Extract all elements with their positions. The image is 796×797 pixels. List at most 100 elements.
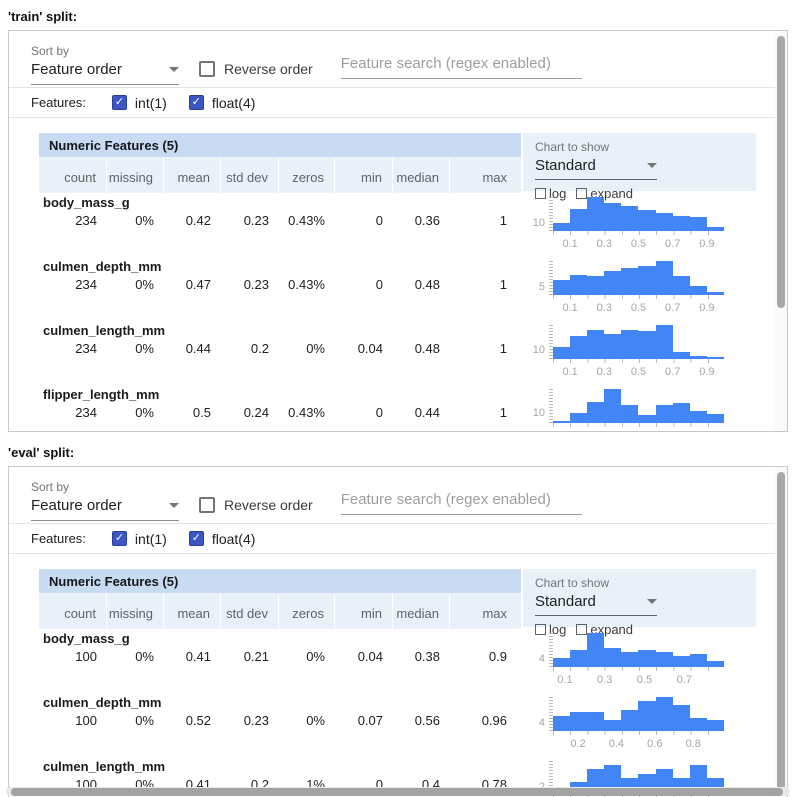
feature-row-culmen_depth_mm: culmen_depth_mm2340%0.470.230.43%00.481 bbox=[39, 257, 521, 321]
sort-by-select[interactable]: Feature order bbox=[31, 497, 179, 521]
histogram-bar bbox=[673, 403, 690, 423]
table-title: Numeric Features (5) bbox=[39, 133, 521, 158]
vertical-scrollbar[interactable] bbox=[777, 472, 785, 790]
float-filter-checkbox[interactable]: ✓ bbox=[189, 531, 204, 546]
feature-name: culmen_length_mm bbox=[39, 323, 521, 340]
y-axis-tick-label: 10 bbox=[523, 407, 545, 419]
stat-count: 234 bbox=[39, 276, 107, 292]
stat-min: 0 bbox=[335, 212, 393, 228]
histogram-bar bbox=[690, 411, 707, 423]
stat-min: 0.07 bbox=[335, 712, 393, 728]
sort-by-label: Sort by bbox=[31, 480, 179, 494]
stat-mean: 0.5 bbox=[164, 404, 221, 420]
histogram-flipper_length_mm: 10 bbox=[523, 387, 756, 432]
histogram-bar bbox=[656, 325, 673, 359]
feature-values-row: 1000%0.410.210%0.040.380.9 bbox=[39, 648, 521, 664]
x-axis-ruler bbox=[553, 359, 725, 363]
histogram-bars bbox=[553, 633, 724, 667]
stat-mean: 0.42 bbox=[164, 212, 221, 228]
column-header-median: median bbox=[393, 158, 450, 193]
chart-to-show-value: Standard bbox=[535, 593, 596, 610]
y-axis-tick-label: 10 bbox=[523, 217, 545, 229]
reverse-order-checkbox[interactable] bbox=[199, 61, 215, 77]
histogram-bar bbox=[553, 716, 570, 731]
histogram-bar bbox=[604, 203, 621, 231]
histogram-bar bbox=[587, 402, 604, 423]
y-axis-tick-label: 4 bbox=[523, 717, 545, 729]
float-filter-label: float(4) bbox=[212, 95, 256, 111]
histogram-bar bbox=[553, 658, 570, 667]
column-header-std-dev: std dev bbox=[221, 158, 279, 193]
feature-search-input[interactable] bbox=[341, 491, 582, 515]
int-filter-checkbox[interactable]: ✓ bbox=[112, 95, 127, 110]
stat-min: 0 bbox=[335, 276, 393, 292]
reverse-order-label: Reverse order bbox=[224, 61, 313, 77]
horizontal-scrollbar-track[interactable] bbox=[6, 787, 790, 796]
x-axis-tick-label: 0.7 bbox=[658, 302, 688, 314]
column-header-max: max bbox=[450, 594, 521, 629]
x-axis-ruler bbox=[553, 667, 725, 671]
column-header-min: min bbox=[335, 594, 393, 629]
histogram-culmen_depth_mm: 40.20.40.60.8 bbox=[523, 695, 756, 759]
histogram-bar bbox=[673, 656, 690, 667]
histogram-bars bbox=[553, 697, 724, 731]
x-axis-tick-label: 0.7 bbox=[669, 674, 699, 686]
chart-to-show-select[interactable]: Standard bbox=[535, 593, 657, 616]
float-filter-label: float(4) bbox=[212, 531, 256, 547]
x-axis-tick-label: 0.1 bbox=[555, 238, 585, 250]
stat-zeros: 0% bbox=[279, 712, 335, 728]
feature-name: culmen_depth_mm bbox=[39, 259, 521, 276]
x-axis-tick-label: 0.7 bbox=[658, 366, 688, 378]
horizontal-scrollbar[interactable] bbox=[11, 788, 783, 796]
stat-median: 0.48 bbox=[393, 340, 450, 356]
feature-values-row: 2340%0.470.230.43%00.481 bbox=[39, 276, 521, 292]
stat-min: 0.04 bbox=[335, 340, 393, 356]
chart-to-show-select[interactable]: Standard bbox=[535, 157, 657, 180]
feature-row-flipper_length_mm: flipper_length_mm2340%0.50.240.43%00.441 bbox=[39, 385, 521, 432]
int-filter-checkbox[interactable]: ✓ bbox=[112, 531, 127, 546]
histogram-bar bbox=[587, 197, 604, 231]
table-title: Numeric Features (5) bbox=[39, 569, 521, 594]
stat-missing: 0% bbox=[107, 404, 164, 420]
histogram-bar bbox=[638, 266, 655, 295]
numeric-features-table: Numeric Features (5) countmissingmeanstd… bbox=[39, 569, 521, 797]
stat-missing: 0% bbox=[107, 340, 164, 356]
histogram-bar bbox=[673, 276, 690, 295]
histogram-bar bbox=[604, 334, 621, 359]
histogram-bar bbox=[621, 268, 638, 295]
float-filter-checkbox[interactable]: ✓ bbox=[189, 95, 204, 110]
histogram-bar bbox=[604, 648, 621, 667]
train-split-label: 'train' split: bbox=[0, 0, 796, 23]
eval-stats-panel: Sort by Feature order Reverse order Feat… bbox=[8, 466, 788, 797]
histogram-bar bbox=[638, 331, 655, 359]
stat-std-dev: 0.2 bbox=[221, 340, 279, 356]
histogram-bar bbox=[638, 210, 655, 231]
histogram-bar bbox=[587, 330, 604, 359]
x-axis-tick-label: 0.6 bbox=[640, 738, 670, 750]
x-axis-tick-label: 0.5 bbox=[624, 302, 654, 314]
histogram-body_mass_g: 100.10.30.50.70.9 bbox=[523, 195, 756, 259]
feature-values-row: 2340%0.440.20%0.040.481 bbox=[39, 340, 521, 356]
column-header-mean: mean bbox=[164, 594, 221, 629]
reverse-order-checkbox[interactable] bbox=[199, 497, 215, 513]
column-header-zeros: zeros bbox=[279, 158, 335, 193]
histogram-bar bbox=[621, 330, 638, 359]
sort-by-select[interactable]: Feature order bbox=[31, 61, 179, 85]
histogram-bar bbox=[553, 347, 570, 359]
histogram-bar bbox=[604, 720, 621, 731]
stat-std-dev: 0.23 bbox=[221, 212, 279, 228]
histogram-body_mass_g: 40.10.30.50.7 bbox=[523, 631, 756, 695]
vertical-scrollbar-track[interactable] bbox=[775, 31, 787, 431]
histogram-bar bbox=[570, 209, 587, 231]
histogram-bars bbox=[553, 197, 724, 231]
stat-mean: 0.47 bbox=[164, 276, 221, 292]
feature-search-input[interactable] bbox=[341, 55, 582, 79]
y-axis-tick-label: 5 bbox=[523, 281, 545, 293]
vertical-scrollbar-track[interactable] bbox=[775, 467, 787, 797]
histogram-bars bbox=[553, 261, 724, 295]
feature-values-row: 2340%0.50.240.43%00.441 bbox=[39, 404, 521, 420]
stat-missing: 0% bbox=[107, 276, 164, 292]
histogram-bar bbox=[587, 712, 604, 731]
vertical-scrollbar[interactable] bbox=[777, 36, 785, 308]
histogram-bar bbox=[673, 216, 690, 231]
